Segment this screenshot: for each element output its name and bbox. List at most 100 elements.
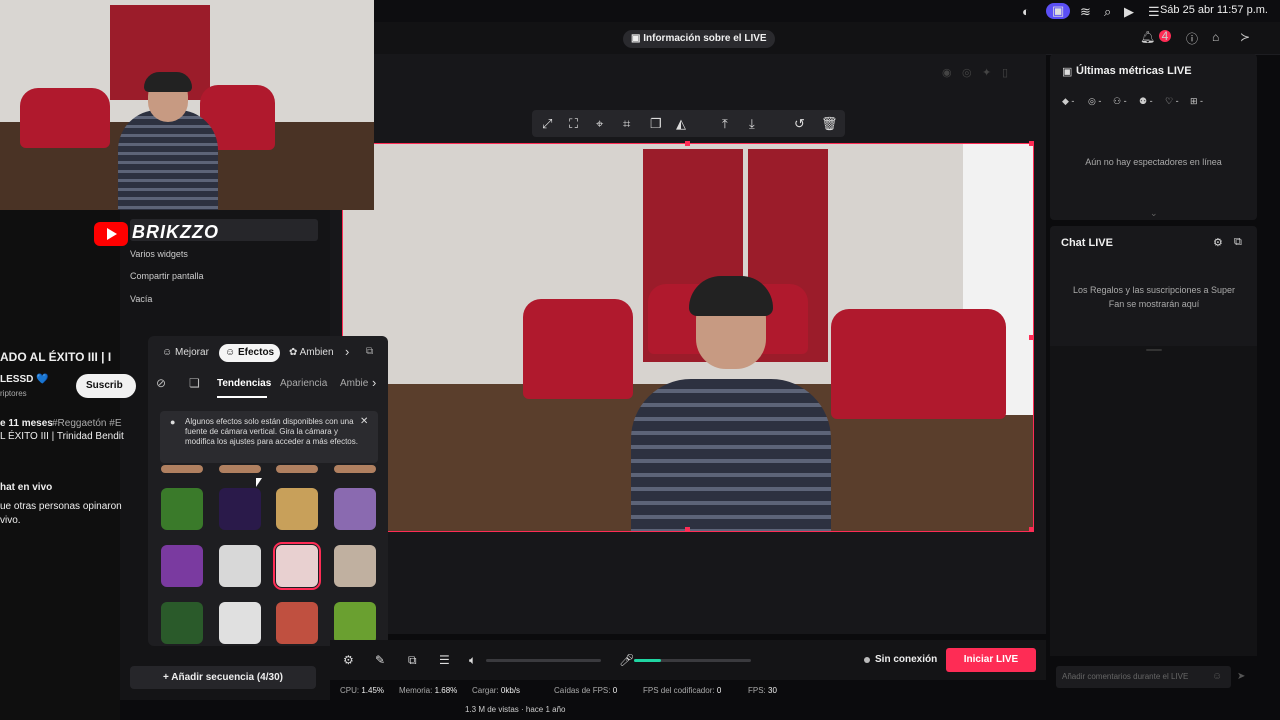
effect-thumbnail[interactable] [334,545,376,587]
pin-icon[interactable]: ◉ [942,66,952,79]
heart-icon[interactable]: ♡ - [1165,96,1179,107]
adjust-icon[interactable]: ☰ [439,653,450,667]
effect-thumbnail[interactable] [219,488,261,530]
play-icon[interactable]: ▶ [1124,4,1134,20]
chevron-right-icon[interactable]: › [345,344,349,359]
effect-thumbnail[interactable] [276,488,318,530]
camera-preview[interactable] [342,143,1034,532]
go-live-button[interactable]: Iniciar LIVE [946,648,1036,672]
effect-thumbnail[interactable] [161,602,203,644]
effect-thumbnail[interactable] [219,465,261,473]
phone-icon[interactable]: ▯ [1002,66,1008,79]
effect-thumbnail[interactable] [334,488,376,530]
fit-icon[interactable]: ⤢ [542,116,552,132]
microphone-icon[interactable]: 🎤︎ [619,653,634,667]
crop-icon[interactable]: ⌗ [623,116,630,132]
home-icon[interactable]: ⌂ [1212,30,1219,44]
stat-memory-value: 1.68% [434,686,458,695]
bring-front-icon[interactable]: ⤒ [722,116,728,132]
screen-mirroring-icon[interactable]: ▣ [1046,3,1071,19]
undo-icon[interactable]: ↺ [794,116,805,132]
gear-icon[interactable]: ⚙ [1213,236,1223,249]
trash-icon[interactable]: 🗑︎ [821,116,838,132]
gift-icon[interactable]: ⊞ - [1190,96,1203,107]
subscribe-button[interactable]: Suscrib [76,374,136,398]
effect-thumbnail[interactable] [276,465,318,473]
subtab-ambience[interactable]: Ambie [340,378,368,389]
tab-ambience[interactable]: ✿ Ambien [283,344,340,362]
effect-thumbnail[interactable] [161,488,203,530]
magic-wand-icon[interactable]: ✎ [375,653,385,667]
chevron-down-icon[interactable]: ⌄ [1150,208,1158,219]
source-item-screen-share[interactable]: Compartir pantalla [130,271,204,281]
popout-icon[interactable]: ⧉ [366,346,373,357]
wifi-icon[interactable]: ≋ [1080,4,1091,20]
connection-status: Sin conexión [875,654,938,665]
add-sequence-button[interactable]: + Añadir secuencia (4/30) [130,666,316,689]
resize-handle[interactable] [685,527,690,532]
popout-icon[interactable]: ⧉ [1234,236,1242,249]
close-icon[interactable]: ✕ [360,416,368,427]
effect-thumbnail[interactable] [273,542,321,590]
resize-grip[interactable] [1146,349,1162,351]
video-title[interactable]: ADO AL ÉXITO III | I [0,350,111,364]
subtab-trending[interactable]: Tendencias [217,378,271,389]
flip-icon[interactable]: ◭ [676,116,686,132]
speaker-icon[interactable]: 🔈︎ [469,653,476,668]
effect-thumbnail[interactable] [219,602,261,644]
follow-icon[interactable]: ⚉ - [1139,96,1153,107]
record-icon[interactable]: ◎ [962,66,972,79]
search-icon[interactable]: ⌕ [1104,4,1111,20]
source-item-empty[interactable]: Vacía [130,294,152,304]
chat-input[interactable]: Añadir comentarios durante el LIVE [1056,666,1231,688]
layout-icon[interactable]: ⧉ [408,653,417,668]
clock[interactable]: Sáb 25 abr 11:57 p.m. [1160,4,1268,16]
volume-slider[interactable] [486,659,601,662]
bookmark-icon[interactable]: ❏ [189,376,200,390]
effect-thumbnail[interactable] [276,602,318,644]
send-icon[interactable]: ➤ [1237,671,1245,682]
focus-icon[interactable]: ◐ [1022,4,1030,19]
effect-thumbnail[interactable] [219,545,261,587]
settings-icon[interactable]: ⚙ [343,653,354,667]
source-item-widgets[interactable]: Varios widgets [130,249,188,259]
effect-thumbnail[interactable] [334,602,376,644]
live-chat-line: ue otras personas opinaron [0,501,122,512]
chevron-right-icon[interactable]: › [372,375,376,390]
emoji-icon[interactable]: ☺ [1212,671,1222,682]
help-icon[interactable]: ⓘ [1186,30,1198,47]
viewers-icon[interactable]: ⚇ - [1113,96,1127,107]
effect-thumbnail[interactable] [161,465,203,473]
armchair [20,88,110,148]
video-tags[interactable]: #Reggaetón #E [52,418,122,429]
stat-fps-label: FPS: [748,686,766,695]
resize-handle[interactable] [1029,527,1034,532]
channel-name[interactable]: LESSD 💙 [0,374,49,385]
resize-handle[interactable] [1029,335,1034,340]
fullscreen-icon[interactable]: ⛶ [569,116,578,132]
sparkle-icon[interactable]: ✦ [982,66,991,79]
send-back-icon[interactable]: ⤓ [749,116,755,132]
center-icon[interactable]: ⌖ [596,116,603,132]
subtab-appearance[interactable]: Apariencia [280,378,327,389]
resize-handle[interactable] [1029,141,1034,146]
subtab-underline [217,396,267,398]
live-info-button[interactable]: ▣ Información sobre el LIVE [623,30,775,48]
diamond-icon[interactable]: ◆ - [1062,96,1074,107]
stat-memory: Memoria: 1.68% [399,686,457,695]
collapse-icon[interactable]: ≻ [1240,30,1250,44]
coin-icon[interactable]: ◎ - [1088,96,1101,107]
effect-thumbnail[interactable] [161,545,203,587]
tab-effects[interactable]: ☺ Efectos [219,344,281,362]
no-effect-icon[interactable]: ⊘ [156,376,166,390]
duplicate-icon[interactable]: ❐ [650,116,662,132]
bell-icon[interactable]: 🔔︎ [1140,30,1155,44]
control-center-icon[interactable]: ☰ [1148,4,1160,20]
effect-thumbnail[interactable] [334,465,376,473]
striped-shirt [631,379,831,531]
armchair [523,299,633,399]
stat-encoder-fps-value: 0 [716,686,722,695]
video-views: 1.3 M de vistas · hace 1 año [465,705,566,714]
resize-handle[interactable] [685,141,690,146]
tab-enhance[interactable]: ☺ Mejorar [156,344,215,362]
